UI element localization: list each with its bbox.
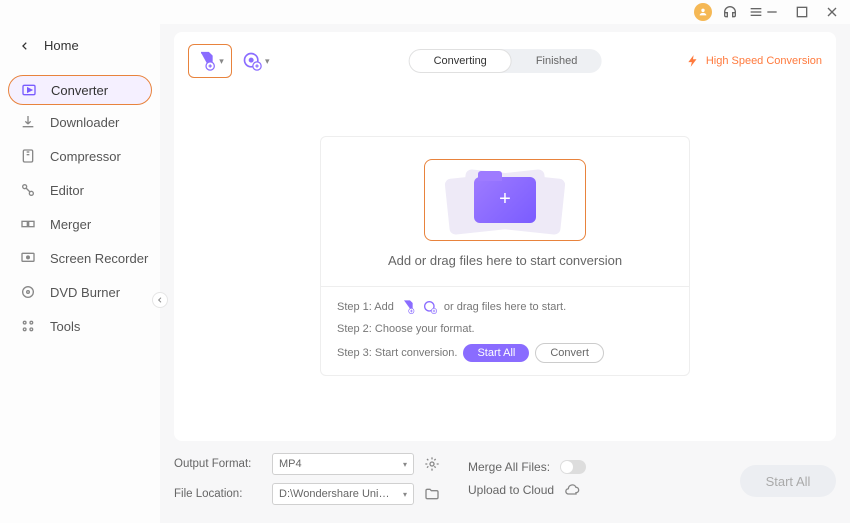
add-dvd-icon: [422, 299, 438, 315]
hamburger-icon[interactable]: [748, 4, 764, 20]
sidebar-item-tools[interactable]: Tools: [0, 309, 160, 343]
high-speed-toggle[interactable]: High Speed Conversion: [686, 54, 822, 68]
nav-label: Compressor: [50, 149, 121, 164]
convert-inline-button[interactable]: Convert: [535, 343, 604, 363]
tabs: Converting Finished: [409, 49, 602, 73]
folder-icon: +: [474, 177, 536, 223]
chevron-down-icon: ▾: [403, 490, 407, 499]
output-format-select[interactable]: MP4 ▾: [272, 453, 414, 475]
user-avatar[interactable]: [694, 3, 712, 21]
minimize-icon[interactable]: [764, 4, 780, 20]
sidebar-item-screen-recorder[interactable]: Screen Recorder: [0, 241, 160, 275]
home-label: Home: [44, 38, 79, 53]
titlebar: [0, 0, 850, 24]
high-speed-label: High Speed Conversion: [706, 55, 822, 67]
sidebar-item-converter[interactable]: Converter: [8, 75, 152, 105]
chevron-down-icon: ▾: [265, 56, 270, 67]
nav-label: Editor: [50, 183, 84, 198]
tab-converting[interactable]: Converting: [409, 49, 512, 73]
merge-label: Merge All Files:: [468, 460, 550, 474]
add-folder-button[interactable]: +: [424, 159, 586, 241]
toolbar: ▾ ▾ Converting Finished High Speed Conve…: [188, 42, 822, 80]
nav-label: Downloader: [50, 115, 119, 130]
open-folder-icon[interactable]: [424, 486, 440, 502]
nav-label: DVD Burner: [50, 285, 120, 300]
file-location-label: File Location:: [174, 488, 262, 500]
settings-icon[interactable]: [424, 456, 440, 472]
sidebar-item-editor[interactable]: Editor: [0, 173, 160, 207]
add-file-icon: [400, 299, 416, 315]
merge-toggle[interactable]: [560, 460, 586, 474]
cloud-icon[interactable]: [564, 482, 580, 498]
sidebar-item-merger[interactable]: Merger: [0, 207, 160, 241]
add-dvd-button[interactable]: ▾: [242, 51, 270, 71]
nav-label: Screen Recorder: [50, 251, 148, 266]
step-2: Step 2: Choose your format.: [337, 323, 673, 335]
main-panel: ▾ ▾ Converting Finished High Speed Conve…: [160, 24, 850, 523]
sidebar-item-dvd-burner[interactable]: DVD Burner: [0, 275, 160, 309]
dropzone-text: Add or drag files here to start conversi…: [388, 253, 622, 268]
close-icon[interactable]: [824, 4, 840, 20]
output-format-label: Output Format:: [174, 458, 262, 470]
chevron-down-icon: ▾: [403, 460, 407, 469]
step-1: Step 1: Add or drag files here to start.: [337, 299, 673, 315]
step-3: Step 3: Start conversion. Start All Conv…: [337, 343, 673, 363]
file-location-select[interactable]: D:\Wondershare UniConverter 1 ▾: [272, 483, 414, 505]
bottom-bar: Output Format: MP4 ▾ File Location: D:\W…: [174, 441, 836, 523]
sidebar-item-downloader[interactable]: Downloader: [0, 105, 160, 139]
sidebar-item-compressor[interactable]: Compressor: [0, 139, 160, 173]
home-back[interactable]: Home: [0, 32, 160, 59]
maximize-icon[interactable]: [794, 4, 810, 20]
tab-finished[interactable]: Finished: [512, 49, 602, 73]
collapse-sidebar-icon[interactable]: [152, 292, 168, 308]
dropzone: + Add or drag files here to start conver…: [320, 136, 690, 376]
start-all-inline-button[interactable]: Start All: [463, 344, 529, 362]
nav-label: Tools: [50, 319, 80, 334]
upload-label: Upload to Cloud: [468, 483, 554, 497]
start-all-button[interactable]: Start All: [740, 465, 836, 497]
headset-icon[interactable]: [722, 4, 738, 20]
sidebar: Home Converter Downloader Compressor Edi…: [0, 24, 160, 523]
chevron-down-icon: ▾: [219, 56, 224, 67]
nav-label: Merger: [50, 217, 91, 232]
add-file-button[interactable]: ▾: [188, 44, 232, 78]
nav-label: Converter: [51, 83, 108, 98]
